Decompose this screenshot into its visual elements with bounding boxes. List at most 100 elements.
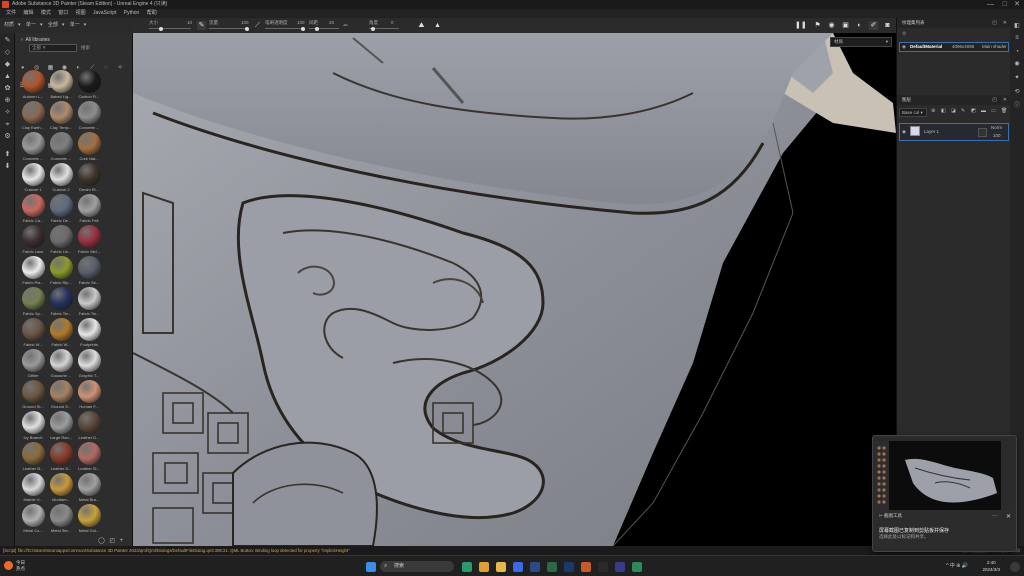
eraser-icon[interactable]: ◇ xyxy=(3,48,12,57)
brush-mode-icon[interactable]: ✐ xyxy=(869,21,878,30)
projection-icon[interactable]: ◆ xyxy=(3,60,12,69)
refresh-icon[interactable]: ◯ xyxy=(98,538,105,544)
add-effect-icon[interactable]: ⊕ xyxy=(931,108,935,114)
channel-dropdown[interactable]: Base col ▾ xyxy=(899,108,927,117)
history-icon[interactable]: ⟲ xyxy=(1013,88,1021,96)
delete-icon[interactable]: 🗑 xyxy=(1001,108,1007,114)
asset-tile[interactable]: Concrete ... xyxy=(75,101,103,132)
explorer-icon[interactable] xyxy=(496,562,506,572)
maximize-button[interactable]: □ xyxy=(1003,0,1007,9)
chevron-down-icon[interactable]: ▾ xyxy=(18,18,21,33)
mirror-icon[interactable]: ⛰ xyxy=(417,21,426,30)
flow-slider[interactable] xyxy=(209,26,249,31)
spacing-link-icon[interactable]: ⇔ xyxy=(341,21,350,30)
toolbar-all-1[interactable]: 全部 xyxy=(48,18,58,33)
asset-tile[interactable]: Baked Lig... xyxy=(47,70,75,101)
stroke-icon[interactable]: ⟋ xyxy=(253,21,262,30)
bake-icon[interactable]: ⚙ xyxy=(3,132,12,141)
other-icon[interactable] xyxy=(581,562,591,572)
steam-icon[interactable] xyxy=(564,562,574,572)
toolbar-material[interactable]: 材质 xyxy=(4,18,14,33)
asset-tile[interactable]: Fabric Se... xyxy=(75,256,103,287)
camera-icon[interactable]: ▣ xyxy=(841,21,850,30)
edge-icon[interactable] xyxy=(462,562,472,572)
screenshot-icon[interactable]: ◙ xyxy=(883,21,892,30)
panel-close-icon[interactable]: ✕ xyxy=(1003,95,1007,105)
panel-float-icon[interactable]: ◰ xyxy=(992,95,997,105)
photoshop-icon[interactable] xyxy=(530,562,540,572)
painter-icon[interactable] xyxy=(632,562,642,572)
asset-tile[interactable]: Concrete ... xyxy=(19,132,47,163)
opacity-slider[interactable] xyxy=(265,26,305,31)
unreal-icon[interactable] xyxy=(615,562,625,572)
asset-tile[interactable]: Concrete ... xyxy=(47,132,75,163)
add-paint-layer-icon[interactable]: ✎ xyxy=(961,108,965,114)
notification-center-icon[interactable] xyxy=(1010,562,1020,572)
asset-tile[interactable]: Metal Gol... xyxy=(75,504,103,535)
viewport-mode-dropdown[interactable]: 材质 ▾ xyxy=(830,37,892,47)
asset-tile[interactable]: Metal Bra... xyxy=(75,473,103,504)
asset-tile[interactable]: Ivy Branch xyxy=(19,411,47,442)
pen-pressure-icon[interactable]: ✎ xyxy=(197,21,206,30)
asset-tile[interactable]: Leather B... xyxy=(19,442,47,473)
spacing-slider[interactable] xyxy=(309,26,339,31)
smudge-icon[interactable]: ✿ xyxy=(3,84,12,93)
add-icon[interactable]: + xyxy=(120,538,124,544)
menu-python[interactable]: Python xyxy=(124,9,140,18)
chrome-icon[interactable] xyxy=(479,562,489,572)
shader-settings-icon[interactable]: ✦ xyxy=(1013,74,1021,82)
menu-edit[interactable]: 编辑 xyxy=(23,9,33,18)
menu-view[interactable]: 视图 xyxy=(76,9,86,18)
chevron-down-icon[interactable]: ▾ xyxy=(62,18,65,33)
eye-icon[interactable]: ◉ xyxy=(902,43,906,51)
selection-icon[interactable]: ⌖ xyxy=(3,120,12,129)
add-fill-layer-icon[interactable]: ◪ xyxy=(951,108,956,114)
asset-tile[interactable]: Denim Ri... xyxy=(75,163,103,194)
eye-icon[interactable]: ◉ xyxy=(902,129,906,135)
system-tray[interactable]: ^ 中 ⊕ 🔊 xyxy=(946,562,968,569)
add-folder-icon[interactable]: ▬ xyxy=(981,108,986,114)
toast-more-button[interactable]: ··· xyxy=(992,513,998,519)
viewport-mode-icon[interactable]: ◉ xyxy=(827,21,836,30)
properties-tab-icon[interactable]: ◔ xyxy=(1013,48,1021,56)
asset-tile[interactable]: Fabric Ter... xyxy=(47,287,75,318)
folder-icon[interactable]: ▭ xyxy=(991,108,996,114)
export-icon[interactable]: ⬆ xyxy=(3,150,12,159)
model-render[interactable] xyxy=(133,33,896,546)
asset-tile[interactable]: Fabric W... xyxy=(47,318,75,349)
filter-particles-icon[interactable]: ◌ xyxy=(103,65,110,72)
minimize-button[interactable]: — xyxy=(987,0,994,9)
display-settings-icon[interactable]: ◉ xyxy=(1013,60,1021,68)
menu-file[interactable]: 文件 xyxy=(6,9,16,18)
add-layer-icon[interactable]: ◩ xyxy=(971,108,976,114)
angle-slider[interactable] xyxy=(369,26,399,31)
terminal-icon[interactable] xyxy=(598,562,608,572)
asset-tile[interactable]: Graphic T... xyxy=(75,349,103,380)
assets-header[interactable]: › All libraries xyxy=(21,37,50,43)
asset-tile[interactable]: Gouache ... xyxy=(47,349,75,380)
asset-tile[interactable]: Fabric Rip... xyxy=(47,256,75,287)
asset-tile[interactable]: Cork Nat... xyxy=(75,132,103,163)
pause-icon[interactable]: ❚❚ xyxy=(795,21,807,30)
asset-tile[interactable]: Ground St... xyxy=(19,380,47,411)
asset-tile[interactable]: Leather D... xyxy=(75,411,103,442)
asset-tile[interactable]: Fabric Pla... xyxy=(19,256,47,287)
store-icon[interactable] xyxy=(513,562,523,572)
asset-tile[interactable]: Fabric Mel... xyxy=(75,225,103,256)
menu-help[interactable]: 帮助 xyxy=(147,9,157,18)
texture-set-settings-icon[interactable]: ⚙ xyxy=(902,31,906,37)
toast-close-button[interactable]: ✕ xyxy=(1006,513,1011,520)
filter-tools-icon[interactable]: ✧ xyxy=(117,65,124,72)
clock[interactable]: 2:40 2024/3/3 xyxy=(982,559,1000,573)
asset-tile[interactable]: Human F... xyxy=(75,380,103,411)
asset-tile[interactable]: Fabric Tis... xyxy=(75,287,103,318)
screenshot-notification[interactable]: ✂ 截图工具 ··· ✕ 屏幕截图已复制到剪贴板并保存 选择此处以标记和共享。 xyxy=(872,435,1017,552)
layers-tab-icon[interactable]: ≡ xyxy=(1013,34,1021,42)
asset-tile[interactable]: Marble V... xyxy=(19,473,47,504)
windows-icon[interactable] xyxy=(366,562,376,572)
flag-icon[interactable]: ⚑ xyxy=(813,21,822,30)
size-slider[interactable] xyxy=(149,26,191,31)
material-picker-icon[interactable]: ✧ xyxy=(3,108,12,117)
chevron-down-icon[interactable]: ▾ xyxy=(84,18,87,33)
menu-javascript[interactable]: JavaScript xyxy=(93,9,116,18)
